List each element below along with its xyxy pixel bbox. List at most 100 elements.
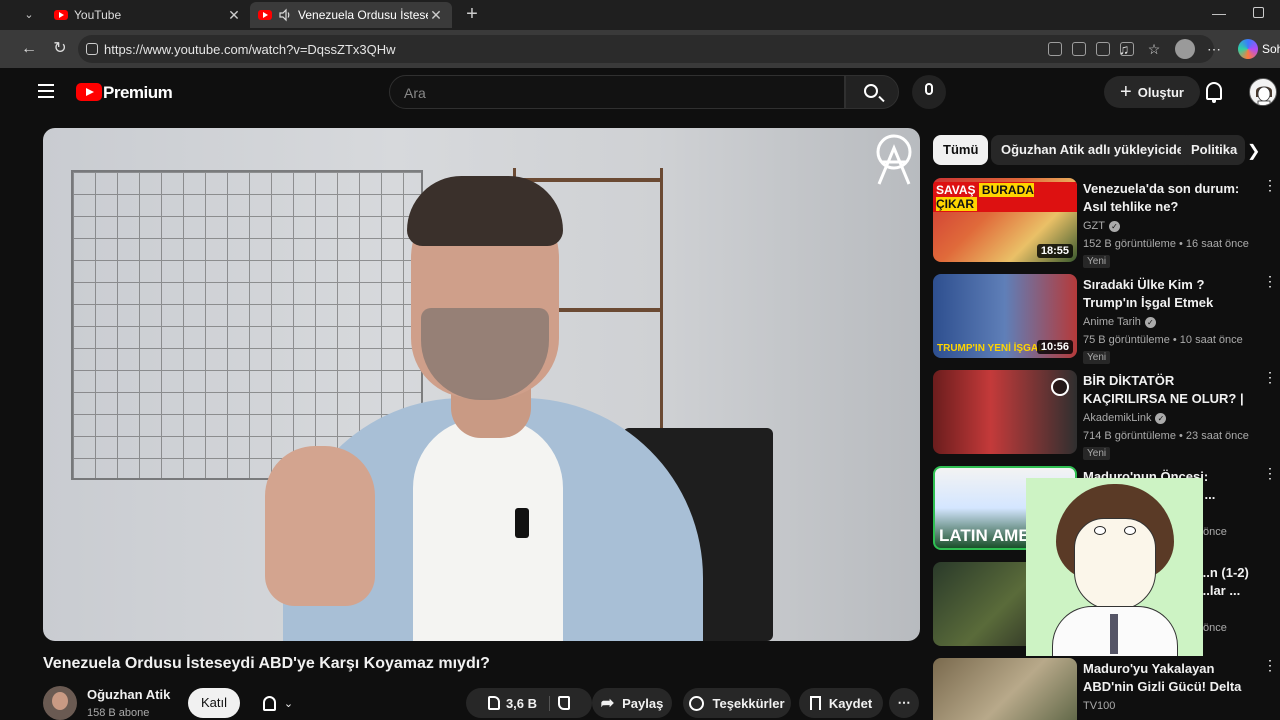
guide-menu-icon[interactable]: [38, 84, 54, 98]
tab-youtube[interactable]: YouTube ✕: [46, 2, 250, 28]
kebab-menu-icon[interactable]: ⋮: [1263, 274, 1277, 296]
close-tab-icon[interactable]: ✕: [428, 7, 444, 24]
more-actions-button[interactable]: ⋯: [889, 688, 919, 718]
settings-more-icon[interactable]: ⋯: [1204, 39, 1224, 59]
tab-video-active[interactable]: Venezuela Ordusu İsteseydi A ✕: [250, 2, 452, 28]
video-player[interactable]: [43, 128, 920, 641]
video-thumbnail[interactable]: [933, 658, 1077, 720]
thumbnail-text: SAVAŞ BURADA ÇIKAR: [933, 182, 1077, 212]
maximize-icon[interactable]: [1253, 7, 1264, 18]
kebab-menu-icon[interactable]: ⋮: [1263, 370, 1277, 392]
kebab-menu-icon[interactable]: ⋮: [1263, 658, 1277, 680]
filter-chips: Tümü Oğuzhan Atik adlı yükleyiciden Poli…: [933, 135, 1280, 165]
search-icon: [864, 84, 878, 98]
video-thumbnail[interactable]: SAVAŞ BURADA ÇIKAR 18:55: [933, 178, 1077, 262]
recommendation-item[interactable]: TRUMP'IN YENİ İŞGAL 10:56 Sıradaki Ülke …: [933, 274, 1280, 364]
recommendation-item[interactable]: Maduro'yu Yakalayan ABD'nin Gizli Gücü! …: [933, 658, 1280, 720]
chip-politics[interactable]: Politika: [1181, 135, 1245, 165]
recommendation-title[interactable]: Maduro'yu Yakalayan ABD'nin Gizli Gücü! …: [1083, 660, 1259, 696]
bookmark-icon: [809, 696, 821, 710]
media-control-icon[interactable]: ♫: [1114, 39, 1134, 59]
thanks-label: Teşekkürler: [712, 695, 785, 711]
thumbnail-text: LATIN AME: [939, 526, 1030, 545]
video-thumbnail[interactable]: [933, 370, 1077, 454]
speaker-icon[interactable]: [278, 8, 292, 22]
new-tab-icon[interactable]: +: [462, 4, 482, 24]
recommendation-title[interactable]: Sıradaki Ülke Kim ? Trump'ın İşgal Etmek…: [1083, 276, 1259, 312]
kebab-menu-icon[interactable]: ⋮: [1263, 178, 1277, 200]
join-button[interactable]: Katıl: [188, 688, 240, 718]
verified-check-icon: ✓: [1144, 316, 1156, 328]
recommendation-channel[interactable]: GZT ✓: [1083, 220, 1120, 232]
tab-list-chevron-icon[interactable]: ⌄: [18, 6, 40, 24]
more-horizontal-icon: ⋯: [897, 695, 911, 710]
browser-profile-avatar[interactable]: [1175, 39, 1195, 59]
copilot-label[interactable]: Soh: [1262, 42, 1280, 56]
account-avatar[interactable]: [1249, 78, 1277, 106]
share-arrow-icon: ➦: [600, 695, 615, 712]
recommendation-meta: önce: [1203, 526, 1227, 538]
chip-all[interactable]: Tümü: [933, 135, 989, 165]
save-label: Kaydet: [828, 695, 873, 711]
create-button[interactable]: + Oluştur: [1104, 76, 1200, 108]
youtube-header: Premium Ara + Oluştur: [12, 68, 1280, 118]
subscription-notification-button[interactable]: ⌄: [248, 688, 308, 718]
address-bar-row: ← ↻ https://www.youtube.com/watch?v=Dqss…: [0, 30, 1280, 68]
chip-from-uploader[interactable]: Oğuzhan Atik adlı yükleyiciden: [991, 135, 1202, 165]
thumbs-down-icon[interactable]: [558, 696, 571, 710]
back-icon[interactable]: ←: [19, 39, 39, 59]
recommendation-meta: 714 B görüntüleme • 23 saat önce: [1083, 430, 1249, 442]
read-aloud-icon[interactable]: [1048, 42, 1062, 56]
apps-icon[interactable]: [1072, 42, 1086, 56]
share-button[interactable]: ➦ Paylaş: [592, 688, 672, 718]
microphone-icon: [925, 83, 933, 95]
verified-check-icon: ✓: [1155, 412, 1167, 424]
tracking-prevention-icon[interactable]: [1096, 42, 1110, 56]
new-badge: Yeni: [1083, 351, 1111, 364]
youtube-favicon-icon: [54, 10, 68, 20]
notifications-bell-icon[interactable]: [1206, 82, 1222, 103]
copilot-icon[interactable]: [1238, 39, 1258, 59]
search-input[interactable]: Ara: [389, 75, 845, 109]
like-dislike-group: 3,6 B: [466, 688, 592, 718]
duration-badge: 10:56: [1036, 340, 1073, 354]
recommendation-item[interactable]: SAVAŞ BURADA ÇIKAR 18:55 Venezuela'da so…: [933, 178, 1280, 268]
search-placeholder: Ara: [404, 85, 426, 101]
recommendation-meta: 152 B görüntüleme • 16 saat önce: [1083, 238, 1249, 250]
verified-check-icon: ✓: [1109, 220, 1120, 232]
recommendation-item[interactable]: BİR DİKTATÖR KAÇIRILIRSA NE OLUR? | Vene…: [933, 370, 1280, 460]
close-tab-icon[interactable]: ✕: [226, 7, 242, 24]
url-field[interactable]: https://www.youtube.com/watch?v=DqssZTx3…: [78, 35, 1214, 63]
search-button[interactable]: [845, 75, 899, 109]
tab-title: YouTube: [74, 8, 122, 22]
recommendation-title[interactable]: ...n (1-2) ...lar ...: [1199, 564, 1259, 600]
cartoon-face: [1074, 518, 1156, 610]
channel-watermark-logo-icon[interactable]: [873, 134, 915, 188]
video-thumbnail[interactable]: TRUMP'IN YENİ İŞGAL 10:56: [933, 274, 1077, 358]
recommendation-title[interactable]: Venezuela'da son durum: Asıl tehlike ne?: [1083, 180, 1259, 216]
reload-icon[interactable]: ↻: [50, 39, 70, 59]
minimize-icon[interactable]: —: [1212, 5, 1226, 21]
recommendation-channel[interactable]: Anime Tarih ✓: [1083, 316, 1156, 328]
thanks-button[interactable]: Teşekkürler: [683, 688, 791, 718]
like-button[interactable]: 3,6 B: [487, 695, 551, 711]
youtube-logo-text[interactable]: Premium: [103, 83, 173, 103]
youtube-logo-icon[interactable]: [76, 83, 102, 101]
recommendation-channel[interactable]: TV100: [1083, 700, 1115, 712]
recommendation-title[interactable]: BİR DİKTATÖR KAÇIRILIRSA NE OLUR? | Vene…: [1083, 372, 1259, 408]
url-text: https://www.youtube.com/watch?v=DqssZTx3…: [104, 42, 396, 57]
save-button[interactable]: Kaydet: [799, 688, 883, 718]
recommendation-channel[interactable]: AkademikLink ✓: [1083, 412, 1167, 424]
thumbs-up-icon: [487, 696, 500, 710]
watch-later-clock-icon[interactable]: [1051, 378, 1069, 396]
cartoon-avatar-overlay: [1026, 478, 1203, 656]
kebab-menu-icon[interactable]: ⋮: [1263, 466, 1277, 488]
chevron-right-icon[interactable]: ❯: [1247, 141, 1260, 161]
new-badge: Yeni: [1083, 255, 1111, 268]
channel-name[interactable]: Oğuzhan Atik: [87, 687, 170, 702]
bell-icon: [262, 695, 276, 711]
channel-avatar[interactable]: [43, 686, 77, 720]
favorites-icon[interactable]: ☆: [1144, 39, 1164, 59]
site-info-icon[interactable]: [86, 43, 98, 55]
voice-search-button[interactable]: [912, 75, 946, 109]
